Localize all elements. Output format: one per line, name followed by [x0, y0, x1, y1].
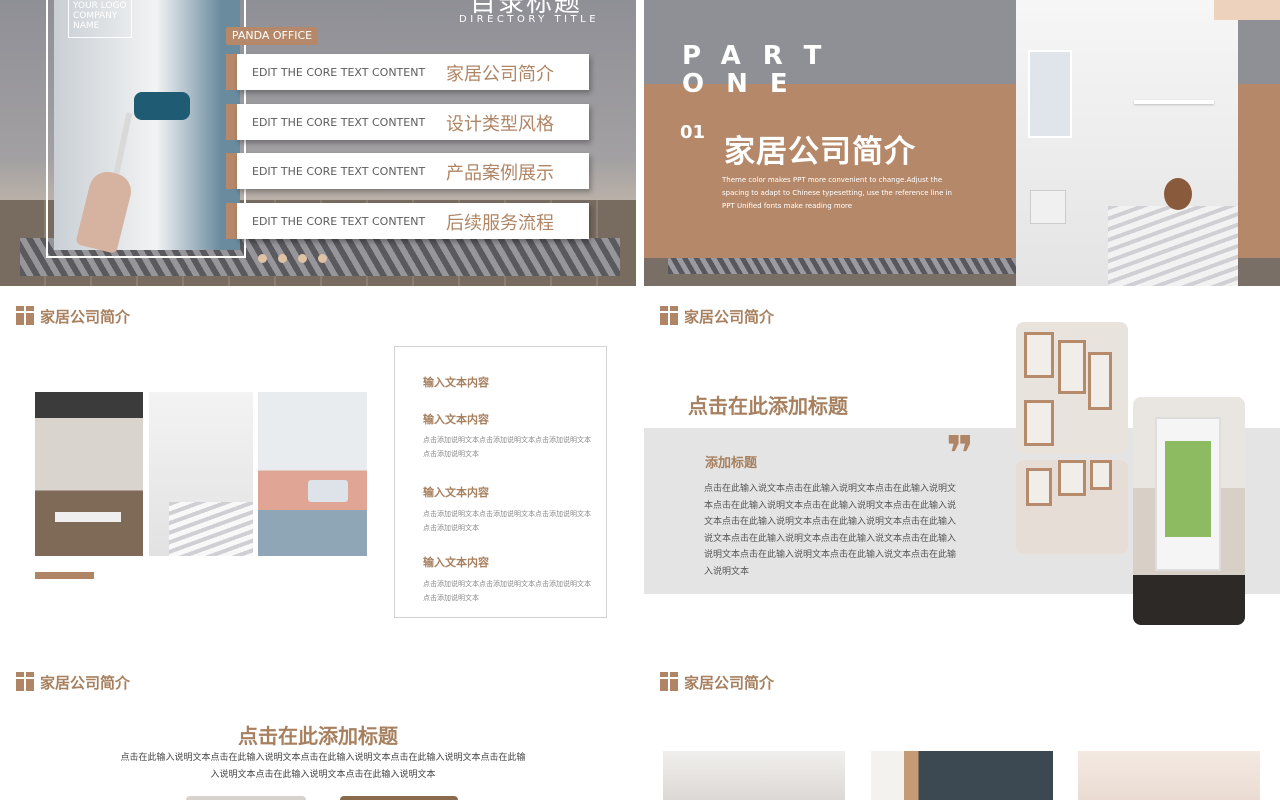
slide-company-intro-quote[interactable]: 家居公司简介 点击在此添加标题 添加标题 点击在此输入说文本点击在此输入说明文本… — [644, 290, 1280, 650]
living-room-photo — [35, 392, 143, 556]
pagination-dots — [258, 248, 338, 267]
slide-company-intro-photos[interactable]: 家居公司简介 输入文本内容 输入文本内容 点击添加说明文本点击添加说明文本点击添… — [0, 290, 636, 650]
company-logo: YOUR LOGO COMPANY NAME — [68, 0, 132, 38]
item-chinese: 设计类型风格 — [446, 114, 554, 135]
item-text: 点击添加说明文本点击添加说明文本点击添加说明文本点击添加说明文本 — [423, 580, 591, 602]
slide-directory[interactable]: YOUR LOGO COMPANY NAME 目录标题 DIRECTORY TI… — [0, 0, 636, 286]
directory-item[interactable]: EDIT THE CORE TEXT CONTENT 产品案例展示 — [226, 153, 589, 189]
quote-mark-icon: ❞ — [946, 426, 975, 482]
teddy-bear-icon — [1164, 178, 1192, 210]
slide-gallery[interactable]: 家居公司简介 — [644, 656, 1280, 800]
sofa-photo — [258, 392, 367, 556]
section-label: 家居公司简介 — [684, 674, 775, 692]
item-english: EDIT THE CORE TEXT CONTENT — [252, 215, 426, 228]
photo-strip — [340, 796, 458, 800]
section-label: 家居公司简介 — [40, 308, 131, 326]
bedroom-photo — [149, 392, 253, 556]
shelf-photo — [871, 751, 1053, 800]
photo-strip — [186, 796, 306, 800]
item-chinese: 后续服务流程 — [446, 213, 554, 234]
house-icon — [660, 306, 678, 325]
directory-item[interactable]: EDIT THE CORE TEXT CONTENT 家居公司简介 — [226, 54, 589, 90]
slide-title-text[interactable]: 家居公司简介 点击在此添加标题 点击在此输入说明文本点击在此输入说明文本点击在此… — [0, 656, 636, 800]
room-photo — [1078, 751, 1260, 800]
window-shape — [1028, 50, 1072, 138]
directory-item[interactable]: EDIT THE CORE TEXT CONTENT 设计类型风格 — [226, 104, 589, 140]
panel-title: 输入文本内容 — [423, 376, 489, 389]
section-label: 家居公司简介 — [40, 674, 131, 692]
slide-overview: YOUR LOGO COMPANY NAME 目录标题 DIRECTORY TI… — [0, 0, 1280, 800]
item-text: 点击添加说明文本点击添加说明文本点击添加说明文本点击添加说明文本 — [423, 510, 591, 532]
slide-part-one[interactable]: PART ONE 01 家居公司简介 Theme color makes PPT… — [644, 0, 1280, 286]
text-panel: 输入文本内容 输入文本内容 点击添加说明文本点击添加说明文本点击添加说明文本点击… — [394, 346, 607, 618]
item-english: EDIT THE CORE TEXT CONTENT — [252, 165, 426, 178]
interior-photo — [663, 751, 845, 800]
item-english: EDIT THE CORE TEXT CONTENT — [252, 66, 426, 79]
house-icon — [16, 672, 34, 691]
item-english: EDIT THE CORE TEXT CONTENT — [252, 116, 426, 129]
part-label: PART ONE — [682, 41, 844, 99]
wall-frames-photo — [1016, 322, 1128, 454]
slide-title: 点击在此添加标题 — [238, 724, 398, 748]
slide-body-text: 点击在此输入说文本点击在此输入说明文本点击在此输入说明文本点击在此输入说明文本点… — [704, 484, 957, 577]
corner-accent — [1214, 0, 1280, 20]
dot-icon — [258, 254, 267, 263]
dot-icon — [278, 254, 287, 263]
part-description: Theme color makes PPT more convenient to… — [722, 176, 952, 210]
photo-frame — [46, 0, 246, 258]
house-icon — [16, 306, 34, 325]
section-label: 家居公司简介 — [684, 308, 775, 326]
directory-item[interactable]: EDIT THE CORE TEXT CONTENT 后续服务流程 — [226, 203, 589, 239]
item-text: 点击添加说明文本点击添加说明文本点击添加说明文本点击添加说明文本 — [423, 436, 591, 458]
part-number: 01 — [680, 122, 706, 143]
brand-badge: PANDA OFFICE — [226, 27, 318, 45]
item-heading: 输入文本内容 — [423, 556, 489, 569]
house-icon — [660, 672, 678, 691]
directory-subtitle: DIRECTORY TITLE — [459, 14, 600, 25]
wall-frames-photo — [1016, 460, 1128, 554]
item-heading: 输入文本内容 — [423, 486, 489, 499]
item-chinese: 产品案例展示 — [446, 163, 554, 184]
stool-shape — [1030, 190, 1066, 224]
part-title: 家居公司简介 — [724, 134, 916, 170]
accent-underline — [35, 572, 94, 579]
item-heading: 输入文本内容 — [423, 413, 489, 426]
dot-icon — [318, 254, 327, 263]
slide-subtitle: 添加标题 — [705, 456, 758, 471]
bedroom-photo — [1016, 0, 1238, 286]
rug-image — [668, 258, 1018, 274]
shelf-shape — [1134, 100, 1214, 104]
dot-icon — [298, 254, 307, 263]
item-chinese: 家居公司简介 — [446, 64, 554, 85]
slide-title: 点击在此添加标题 — [688, 394, 848, 418]
slide-body-text: 点击在此输入说明文本点击在此输入说明文本点击在此输入说明文本点击在此输入说明文本… — [120, 753, 526, 780]
doorway-photo — [1133, 397, 1245, 625]
bed-shape — [1108, 206, 1238, 286]
